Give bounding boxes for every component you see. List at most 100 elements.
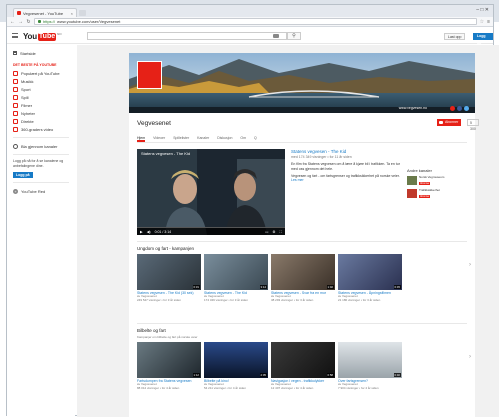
sidebar-item-news[interactable]: Nyheter	[13, 109, 69, 117]
video-thumbnail[interactable]: 0:45	[338, 254, 402, 290]
sidebar-item-browse-channels[interactable]: Bla gjennom kanaler	[13, 142, 69, 150]
video-card[interactable]: 0:58 Navigasjon i vegen - trafikkulykker…	[271, 342, 335, 391]
video-thumbnail[interactable]: 0:31	[137, 254, 201, 290]
facebook-icon[interactable]	[457, 106, 462, 111]
address-bar[interactable]: https://www.youtube.com/user/Vegvesenet	[34, 18, 477, 25]
related-channels: Andre kanaler Norsk Vegmuseum Abonner Tr…	[407, 168, 469, 202]
video-meta: 249 547 visninger • for 3 år siden	[137, 298, 181, 302]
guide-sidebar: Startside DET BESTE PÅ YOUTUBE Populært …	[7, 45, 75, 417]
shelf-next-arrow-icon[interactable]: ›	[469, 262, 471, 268]
gaming-icon	[13, 94, 18, 100]
sidebar-item-label: Nyheter	[21, 110, 36, 116]
shelf-title[interactable]: Bilbelte og fart	[137, 328, 467, 333]
search-button[interactable]: ⚲	[287, 32, 301, 40]
video-shelf: Bilbelte og fart Kampanjer om bilbelte o…	[137, 328, 471, 391]
tab-videos[interactable]: Videoer	[153, 135, 165, 142]
tab-about[interactable]: Om	[240, 135, 246, 142]
guide-menu-icon[interactable]	[12, 33, 18, 38]
settings-icon[interactable]: ⚙	[272, 230, 275, 234]
video-card[interactable]: 1:02 Statens vegvesen - Svar fra en mor …	[271, 254, 335, 303]
twitter-icon[interactable]	[464, 106, 469, 111]
add-icon: +	[13, 188, 18, 194]
reload-icon[interactable]: ↻	[26, 19, 31, 25]
section-divider	[137, 323, 467, 324]
subscriber-count: 5 300	[467, 119, 479, 131]
sidebar-section-title: DET BESTE PÅ YOUTUBE	[13, 63, 57, 67]
featured-video-player[interactable]: Statens vegvesen - The Kid ▶ ◀) 0:01 / 3…	[137, 149, 285, 235]
lock-icon	[38, 20, 41, 23]
sidebar-item-movies[interactable]: Filmer	[13, 101, 69, 109]
keyboard-icon[interactable]	[273, 34, 279, 38]
channel-search-icon[interactable]: Q	[254, 135, 257, 142]
sidebar-item-home[interactable]: Startside	[13, 49, 69, 57]
sidebar-item-popular[interactable]: Populært på YouTube	[13, 69, 69, 77]
video-thumbnail[interactable]: 3:14	[204, 254, 268, 290]
sidebar-item-label: Bla gjennom kanaler	[21, 143, 58, 149]
new-tab-button[interactable]	[79, 10, 86, 16]
360-video-icon	[13, 126, 18, 132]
tab-home[interactable]: Hjem	[137, 135, 146, 142]
video-thumbnail[interactable]: 0:58	[271, 342, 335, 378]
video-thumbnail[interactable]: 2:05	[204, 342, 268, 378]
related-channel-item[interactable]: Trafikksikkerhet Abonner	[407, 188, 469, 198]
sign-in-button[interactable]: Logg på	[473, 33, 493, 45]
sidebar-item-music[interactable]: Musikk	[13, 77, 69, 85]
shelf-title[interactable]: Ungdom og fart - kampanjen	[137, 246, 467, 251]
captions-icon[interactable]: ▭	[265, 230, 268, 234]
sidebar-item-sport[interactable]: Sport	[13, 85, 69, 93]
channel-title[interactable]: Vegvesenet	[137, 120, 171, 127]
browser-menu-icon[interactable]: ≡	[487, 19, 490, 25]
video-row: 1:12 Fartsdumpen fra Statens vegvesen av…	[137, 342, 467, 391]
related-channel-name[interactable]: Trafikksikkerhet	[419, 188, 440, 193]
youtube-logo[interactable]: You Tube NO	[23, 32, 62, 41]
sidebar-item-youtube-red[interactable]: + YouTube Red	[13, 187, 69, 195]
player-video-title[interactable]: Statens vegvesen - The Kid	[141, 151, 190, 156]
tab-playlists[interactable]: Spillelister	[173, 135, 189, 142]
video-shelf: Ungdom og fart - kampanjen 0:31 Statens …	[137, 246, 471, 303]
video-card[interactable]: 0:40 Over fartsgrensen? av Vegvesenet 7 …	[338, 342, 402, 391]
logo-tube: Tube	[37, 32, 57, 41]
video-card[interactable]: 3:14 Statens vegvesen - The Kid av Vegve…	[204, 254, 268, 303]
video-card[interactable]: 2:05 Bilbelte på kino! av Vegvesenet 54 …	[204, 342, 268, 391]
tab-channels[interactable]: Kanaler	[197, 135, 209, 142]
volume-icon[interactable]: ◀)	[147, 230, 151, 234]
related-subscribe-button[interactable]: Abonner	[419, 194, 431, 198]
shelf-subtitle: Kampanjer om bilbelte og fart på norske …	[137, 335, 198, 339]
banner-landscape-image	[129, 53, 475, 113]
video-thumbnail[interactable]: 1:02	[271, 254, 335, 290]
sidebar-item-360[interactable]: 360-graders video	[13, 125, 69, 133]
play-icon[interactable]: ▶	[140, 230, 143, 234]
sport-icon	[13, 86, 18, 92]
upload-button[interactable]: Last opp	[444, 33, 466, 40]
bookmark-star-icon[interactable]: ☆	[480, 19, 484, 25]
fullscreen-icon[interactable]: ⛶	[280, 230, 282, 234]
related-channel-name[interactable]: Norsk Vegmuseum	[419, 175, 444, 180]
read-more-link[interactable]: Les mer	[291, 178, 401, 183]
video-card[interactable]: 0:45 Statens vegvesen - Åpningsfilmen av…	[338, 254, 402, 303]
video-duration: 3:14	[259, 285, 267, 289]
tab-discussion[interactable]: Diskusjon	[217, 135, 232, 142]
movies-icon	[13, 102, 18, 108]
forward-icon[interactable]: →	[18, 19, 23, 25]
video-card[interactable]: 1:12 Fartsdumpen fra Statens vegvesen av…	[137, 342, 201, 391]
channel-avatar[interactable]	[407, 189, 417, 198]
sidebar-item-label: Sport	[21, 86, 31, 92]
sidebar-item-gaming[interactable]: Spill	[13, 93, 69, 101]
video-card[interactable]: 0:31 Statens vegvesen - The Kid (30 sek)…	[137, 254, 201, 303]
related-subscribe-button[interactable]: Abonner	[419, 181, 431, 185]
sidebar-signin-button[interactable]: Logg på	[13, 172, 33, 178]
video-thumbnail[interactable]: 0:40	[338, 342, 402, 378]
youtube-social-icon[interactable]	[450, 106, 455, 111]
close-tab-icon[interactable]: ×	[71, 11, 73, 16]
back-icon[interactable]: ←	[10, 19, 15, 25]
shelf-next-arrow-icon[interactable]: ›	[469, 354, 471, 360]
subscribe-button[interactable]: Abonner	[437, 119, 462, 126]
related-channel-item[interactable]: Norsk Vegmuseum Abonner	[407, 175, 469, 185]
banner-link[interactable]: www.vegvesen.no	[399, 106, 427, 110]
search-input[interactable]	[87, 32, 287, 40]
window-controls[interactable]: – □ ✕	[476, 7, 489, 13]
video-thumbnail[interactable]: 1:12	[137, 342, 201, 378]
browser-tab[interactable]: Vegvesenet - YouTube ×	[13, 8, 77, 17]
sidebar-item-live[interactable]: Direkte	[13, 117, 69, 125]
channel-avatar[interactable]	[407, 176, 417, 185]
